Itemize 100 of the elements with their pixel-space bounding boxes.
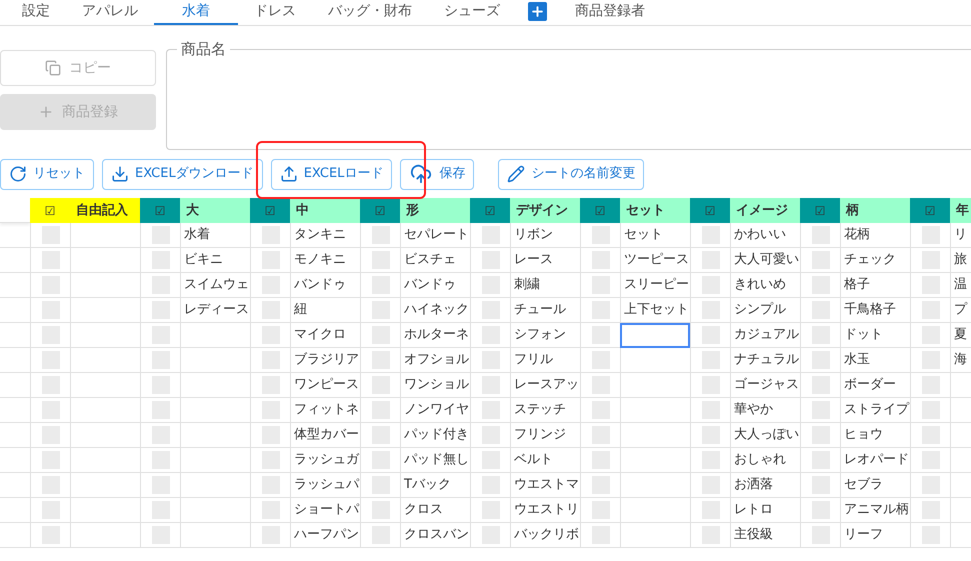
table-cell[interactable]: 大人っぽい (730, 423, 800, 448)
table-cell[interactable]: パッド無し (400, 448, 470, 473)
reset-button[interactable]: リセット (0, 158, 94, 190)
table-cell[interactable]: クロスバン (400, 523, 470, 548)
upload-button[interactable]: EXCELロード (270, 158, 392, 190)
header-check[interactable]: ☑ (910, 198, 950, 223)
table-cell[interactable]: 上下セット (620, 298, 690, 323)
table-cell[interactable]: ゴージャス (730, 373, 800, 398)
table-cell[interactable]: ハーフパン (290, 523, 360, 548)
table-cell[interactable]: セブラ (840, 473, 910, 498)
header-check[interactable]: ☑ (800, 198, 840, 223)
table-cell[interactable]: ラッシュガ (290, 448, 360, 473)
table-cell[interactable]: お洒落 (730, 473, 800, 498)
table-cell[interactable]: シフォン (510, 323, 580, 348)
table-cell[interactable]: プ (950, 298, 971, 323)
table-cell[interactable]: セット (620, 223, 690, 248)
table-cell[interactable]: タンキニ (290, 223, 360, 248)
table-cell[interactable]: リ (950, 223, 971, 248)
table-cell[interactable]: ショートパ (290, 498, 360, 523)
header-check[interactable]: ☑ (690, 198, 730, 223)
table-cell[interactable]: フィットネ (290, 398, 360, 423)
table-cell[interactable]: パッド付き (400, 423, 470, 448)
table-cell[interactable]: ワンピース (290, 373, 360, 398)
table-cell[interactable]: Tバック (400, 473, 470, 498)
table-cell[interactable]: レオパード (840, 448, 910, 473)
table-cell[interactable]: ホルターネ (400, 323, 470, 348)
table-cell[interactable]: ステッチ (510, 398, 580, 423)
table-cell[interactable]: リボン (510, 223, 580, 248)
table-cell[interactable]: スリーピー (620, 273, 690, 298)
table-cell[interactable]: ワンショル (400, 373, 470, 398)
save-button[interactable]: 保存 (400, 158, 474, 190)
header-check[interactable]: ☑ (30, 198, 70, 223)
table-cell[interactable]: 格子 (840, 273, 910, 298)
table-cell[interactable]: ベルト (510, 448, 580, 473)
table-cell[interactable]: 水玉 (840, 348, 910, 373)
table-cell[interactable]: カジュアル (730, 323, 800, 348)
table-cell[interactable]: フリル (510, 348, 580, 373)
table-cell[interactable]: ストライプ (840, 398, 910, 423)
table-cell[interactable]: レトロ (730, 498, 800, 523)
table-cell[interactable]: チェック (840, 248, 910, 273)
table-cell[interactable]: 千鳥格子 (840, 298, 910, 323)
header-check[interactable]: ☑ (140, 198, 180, 223)
table-cell[interactable]: バックリボ (510, 523, 580, 548)
table-cell[interactable]: リーフ (840, 523, 910, 548)
rename-button[interactable]: シートの名前変更 (498, 158, 644, 190)
table-cell[interactable]: バンドゥ (290, 273, 360, 298)
table-cell[interactable]: マイクロ (290, 323, 360, 348)
table-cell[interactable]: オフショル (400, 348, 470, 373)
header-check[interactable]: ☑ (360, 198, 400, 223)
table-cell[interactable]: きれいめ (730, 273, 800, 298)
table-cell[interactable]: モノキニ (290, 248, 360, 273)
table-cell[interactable]: ナチュラル (730, 348, 800, 373)
tab[interactable]: 設定 (6, 0, 66, 25)
table-cell[interactable]: 体型カバー (290, 423, 360, 448)
table-cell[interactable]: 紐 (290, 298, 360, 323)
table-cell[interactable]: おしゃれ (730, 448, 800, 473)
header-check[interactable]: ☑ (250, 198, 290, 223)
tab[interactable]: ドレス (238, 0, 312, 25)
table-cell[interactable]: スイムウェ (180, 273, 250, 298)
tab[interactable]: 水着 (154, 0, 238, 25)
table-cell[interactable]: ボーダー (840, 373, 910, 398)
header-check[interactable]: ☑ (470, 198, 510, 223)
table-cell[interactable]: 刺繍 (510, 273, 580, 298)
table-cell[interactable]: 温 (950, 273, 971, 298)
table-cell[interactable]: レースアッ (510, 373, 580, 398)
table-cell[interactable]: 大人可愛い (730, 248, 800, 273)
table-cell[interactable]: ドット (840, 323, 910, 348)
table-cell[interactable]: ブラジリア (290, 348, 360, 373)
tab[interactable]: シューズ (428, 0, 516, 25)
table-cell[interactable]: ラッシュパ (290, 473, 360, 498)
add-tab-button[interactable] (528, 2, 547, 21)
table-cell[interactable]: 旅 (950, 248, 971, 273)
table-cell[interactable]: バンドゥ (400, 273, 470, 298)
table-cell[interactable]: ビキニ (180, 248, 250, 273)
table-cell[interactable]: 水着 (180, 223, 250, 248)
table-cell[interactable]: ウエストリ (510, 498, 580, 523)
tab[interactable]: バッグ・財布 (312, 0, 428, 25)
table-cell[interactable]: シンプル (730, 298, 800, 323)
table-cell[interactable]: ツーピース (620, 248, 690, 273)
table-cell[interactable]: 花柄 (840, 223, 910, 248)
table-cell[interactable]: レース (510, 248, 580, 273)
header-check[interactable]: ☑ (580, 198, 620, 223)
table-cell[interactable]: ウエストマ (510, 473, 580, 498)
table-cell[interactable]: ビスチェ (400, 248, 470, 273)
tab[interactable]: アパレル (66, 0, 154, 25)
table-cell[interactable]: ハイネック (400, 298, 470, 323)
table-cell[interactable]: かわいい (730, 223, 800, 248)
table-cell[interactable]: チュール (510, 298, 580, 323)
table-cell[interactable]: ヒョウ (840, 423, 910, 448)
table-cell[interactable]: レディース (180, 298, 250, 323)
table-cell[interactable]: ノンワイヤ (400, 398, 470, 423)
table-cell[interactable]: 華やか (730, 398, 800, 423)
table-cell[interactable]: セパレート (400, 223, 470, 248)
table-cell[interactable]: フリンジ (510, 423, 580, 448)
table-cell[interactable]: クロス (400, 498, 470, 523)
table-cell[interactable]: アニマル柄 (840, 498, 910, 523)
table-cell[interactable]: 主役級 (730, 523, 800, 548)
table-cell[interactable]: 夏 (950, 323, 971, 348)
tab[interactable]: 商品登録者 (559, 0, 661, 25)
table-cell[interactable] (620, 323, 690, 348)
